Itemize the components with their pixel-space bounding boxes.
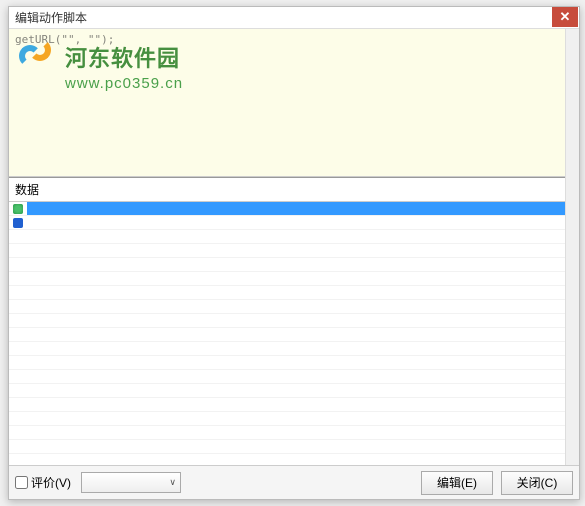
- list-item[interactable]: [9, 342, 579, 356]
- evaluate-checkbox-wrap[interactable]: 评价(V): [15, 474, 71, 491]
- list-item[interactable]: [9, 314, 579, 328]
- data-section: 数据: [9, 177, 579, 466]
- list-item[interactable]: [9, 426, 579, 440]
- evaluate-label: 评价(V): [31, 474, 71, 491]
- edit-button[interactable]: 编辑(E): [421, 471, 493, 495]
- edit-button-label: 编辑(E): [437, 474, 477, 491]
- close-button[interactable]: 关闭(C): [501, 471, 573, 495]
- code-editor[interactable]: getURL("", ""); 河东软件园 www.pc0359.cn: [9, 29, 579, 177]
- list-item[interactable]: [9, 272, 579, 286]
- bottom-toolbar: 评价(V) ∨ 编辑(E) 关闭(C): [9, 465, 579, 499]
- scrollbar[interactable]: [565, 29, 579, 465]
- dropdown-select[interactable]: ∨: [81, 472, 181, 493]
- data-list[interactable]: [9, 202, 579, 466]
- list-item[interactable]: [9, 356, 579, 370]
- list-item[interactable]: [9, 398, 579, 412]
- list-item[interactable]: [9, 440, 579, 454]
- list-item[interactable]: [9, 244, 579, 258]
- row-marker-icon: [13, 204, 23, 214]
- list-item[interactable]: [9, 412, 579, 426]
- titlebar: 编辑动作脚本 ✕: [9, 7, 579, 29]
- close-icon[interactable]: ✕: [552, 7, 578, 27]
- code-line: getURL("", "");: [15, 33, 573, 46]
- list-item[interactable]: [9, 370, 579, 384]
- list-item[interactable]: [9, 328, 579, 342]
- dialog-window: 编辑动作脚本 ✕ getURL("", ""); 河东软件园 www.pc035…: [8, 6, 580, 500]
- list-item[interactable]: [9, 384, 579, 398]
- window-title: 编辑动作脚本: [15, 9, 87, 26]
- row-content: [27, 202, 575, 215]
- watermark-url: www.pc0359.cn: [65, 75, 183, 92]
- list-item[interactable]: [9, 230, 579, 244]
- list-item[interactable]: [9, 300, 579, 314]
- row-content: [27, 216, 575, 229]
- list-item[interactable]: [9, 202, 579, 216]
- row-marker-icon: [13, 218, 23, 228]
- list-item[interactable]: [9, 258, 579, 272]
- list-item[interactable]: [9, 216, 579, 230]
- list-item[interactable]: [9, 286, 579, 300]
- chevron-down-icon: ∨: [169, 477, 176, 488]
- data-header: 数据: [9, 178, 579, 202]
- evaluate-checkbox[interactable]: [15, 476, 28, 489]
- close-button-label: 关闭(C): [517, 474, 558, 491]
